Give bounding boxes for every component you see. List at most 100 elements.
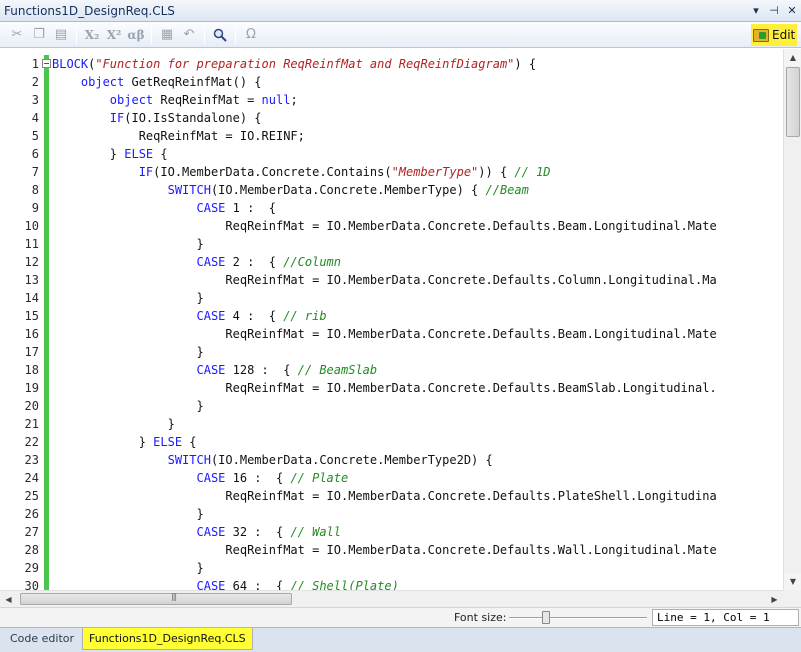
- document-icon[interactable]: ▦: [156, 24, 178, 46]
- code-text: IF(IO.IsStandalone) {: [52, 109, 783, 127]
- code-line[interactable]: 25 ReqReinfMat = IO.MemberData.Concrete.…: [0, 487, 783, 505]
- line-number: 6: [31, 147, 39, 161]
- tab-functions1d-designreq[interactable]: Functions1D_DesignReq.CLS: [82, 628, 253, 650]
- code-token: {: [153, 147, 168, 161]
- scroll-down-icon[interactable]: ▼: [784, 573, 801, 590]
- code-line[interactable]: 12 CASE 2 : { //Column: [0, 253, 783, 271]
- vertical-scroll-thumb[interactable]: [786, 67, 800, 137]
- code-token: }: [138, 435, 154, 449]
- line-number: 8: [31, 183, 39, 197]
- keyword-token: null: [261, 93, 291, 107]
- line-number: 25: [24, 489, 39, 503]
- superscript-icon[interactable]: X²: [103, 24, 125, 46]
- keyword-token: CASE: [196, 255, 226, 269]
- code-line[interactable]: 4 IF(IO.IsStandalone) {: [0, 109, 783, 127]
- code-line[interactable]: 7 IF(IO.MemberData.Concrete.Contains("Me…: [0, 163, 783, 181]
- code-token: 2 : {: [225, 255, 284, 269]
- code-editor[interactable]: 1 BLOCK("Function for preparation ReqRein…: [0, 49, 801, 593]
- code-token: )) {: [478, 165, 515, 179]
- code-line[interactable]: 9 CASE 1 : {: [0, 199, 783, 217]
- code-text: }: [52, 343, 783, 361]
- code-text: ReqReinfMat = IO.MemberData.Concrete.Def…: [52, 271, 783, 289]
- code-line[interactable]: 11 }: [0, 235, 783, 253]
- cursor-position: Line = 1, Col = 1: [652, 609, 799, 626]
- code-token: (IO.MemberData.Concrete.MemberType2D) {: [210, 453, 493, 467]
- line-number: 23: [24, 453, 39, 467]
- slider-knob[interactable]: [542, 611, 550, 624]
- code-line[interactable]: 18 CASE 128 : { // BeamSlab: [0, 361, 783, 379]
- scroll-up-icon[interactable]: ▲: [784, 49, 801, 66]
- code-text: CASE 1 : {: [52, 199, 783, 217]
- code-token: }: [109, 147, 125, 161]
- vertical-scrollbar[interactable]: ▲ ▼: [783, 49, 801, 590]
- code-line[interactable]: 3 object ReqReinfMat = null;: [0, 91, 783, 109]
- code-line[interactable]: 19 ReqReinfMat = IO.MemberData.Concrete.…: [0, 379, 783, 397]
- code-line[interactable]: 8 SWITCH(IO.MemberData.Concrete.MemberTy…: [0, 181, 783, 199]
- code-line[interactable]: 21 }: [0, 415, 783, 433]
- string-token: "Function for preparation ReqReinfMat an…: [95, 57, 515, 71]
- code-line[interactable]: 13 ReqReinfMat = IO.MemberData.Concrete.…: [0, 271, 783, 289]
- code-line[interactable]: 5 ReqReinfMat = IO.REINF;: [0, 127, 783, 145]
- edit-button-label: Edit: [772, 28, 796, 42]
- toolbar-separator: [204, 25, 205, 44]
- tab-code-editor[interactable]: Code editor: [4, 628, 80, 650]
- code-text: CASE 16 : { // Plate: [52, 469, 783, 487]
- undo-icon[interactable]: ↶: [178, 24, 200, 46]
- code-line[interactable]: 14 }: [0, 289, 783, 307]
- code-text: CASE 4 : { // rib: [52, 307, 783, 325]
- paste-icon[interactable]: ▤: [50, 24, 72, 46]
- code-line[interactable]: 26 }: [0, 505, 783, 523]
- search-icon[interactable]: [209, 24, 231, 46]
- line-number: 24: [24, 471, 39, 485]
- keyword-token: BLOCK: [52, 57, 89, 71]
- horizontal-scroll-thumb[interactable]: |||: [20, 592, 292, 605]
- subscript-icon[interactable]: X₂: [81, 24, 103, 46]
- code-line[interactable]: 22 } ELSE {: [0, 433, 783, 451]
- line-number: 18: [24, 363, 39, 377]
- code-line[interactable]: 27 CASE 32 : { // Wall: [0, 523, 783, 541]
- code-line[interactable]: 24 CASE 16 : { // Plate: [0, 469, 783, 487]
- code-text: ReqReinfMat = IO.MemberData.Concrete.Def…: [52, 217, 783, 235]
- code-line[interactable]: 1 BLOCK("Function for preparation ReqRein…: [0, 55, 783, 73]
- code-line[interactable]: 17 }: [0, 343, 783, 361]
- code-text: SWITCH(IO.MemberData.Concrete.MemberType…: [52, 451, 783, 469]
- comment-token: //Column: [283, 255, 341, 269]
- omega-icon[interactable]: Ω: [240, 24, 262, 46]
- line-number: 28: [24, 543, 39, 557]
- edit-button[interactable]: Edit: [751, 24, 797, 46]
- scroll-left-icon[interactable]: ◀: [0, 591, 17, 607]
- keyword-token: CASE: [196, 201, 226, 215]
- code-text: ReqReinfMat = IO.MemberData.Concrete.Def…: [52, 379, 783, 397]
- code-line[interactable]: 10 ReqReinfMat = IO.MemberData.Concrete.…: [0, 217, 783, 235]
- code-line[interactable]: 2 object GetReqReinfMat() {: [0, 73, 783, 91]
- font-size-slider[interactable]: [509, 611, 647, 625]
- code-line[interactable]: 28 ReqReinfMat = IO.MemberData.Concrete.…: [0, 541, 783, 559]
- code-line[interactable]: 23 SWITCH(IO.MemberData.Concrete.MemberT…: [0, 451, 783, 469]
- line-number: 19: [24, 381, 39, 395]
- line-number: 10: [24, 219, 39, 233]
- copy-icon[interactable]: ❐: [28, 24, 50, 46]
- scroll-right-icon[interactable]: ▶: [766, 591, 783, 607]
- fold-collapse-icon[interactable]: [42, 59, 51, 68]
- code-line[interactable]: 16 ReqReinfMat = IO.MemberData.Concrete.…: [0, 325, 783, 343]
- code-text: }: [52, 235, 783, 253]
- code-line[interactable]: 20 }: [0, 397, 783, 415]
- chevron-down-icon[interactable]: ▾: [747, 2, 765, 20]
- code-line[interactable]: 29 }: [0, 559, 783, 577]
- pin-icon[interactable]: ⊣: [765, 2, 783, 20]
- line-number: 20: [24, 399, 39, 413]
- toolbar-separator: [235, 25, 236, 44]
- close-icon[interactable]: ✕: [783, 2, 801, 20]
- code-token: }: [196, 237, 204, 251]
- code-line[interactable]: 6 } ELSE {: [0, 145, 783, 163]
- code-text: BLOCK("Function for preparation ReqReinf…: [52, 55, 783, 73]
- code-line[interactable]: 15 CASE 4 : { // rib: [0, 307, 783, 325]
- code-text: ReqReinfMat = IO.MemberData.Concrete.Def…: [52, 487, 783, 505]
- code-text: IF(IO.MemberData.Concrete.Contains("Memb…: [52, 163, 783, 181]
- horizontal-scrollbar[interactable]: ◀ ||| ▶: [0, 590, 783, 607]
- greek-icon[interactable]: αβ: [125, 24, 147, 46]
- cut-icon[interactable]: ✂: [6, 24, 28, 46]
- line-number: 27: [24, 525, 39, 539]
- code-text: SWITCH(IO.MemberData.Concrete.MemberType…: [52, 181, 783, 199]
- code-token: }: [196, 561, 204, 575]
